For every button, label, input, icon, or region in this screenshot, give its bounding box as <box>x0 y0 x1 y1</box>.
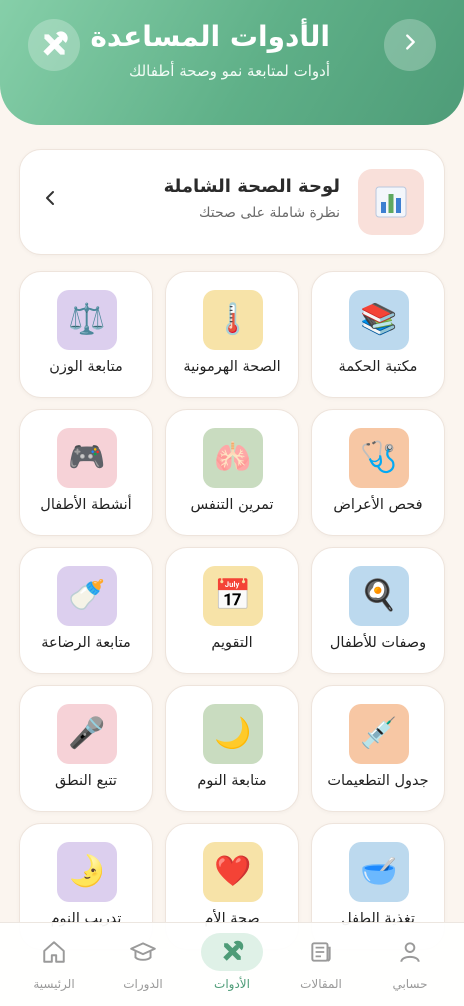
tool-icon: 🎮 <box>57 428 117 488</box>
nav-label: حسابي <box>392 977 428 991</box>
nav-label: الرئيسية <box>33 977 75 991</box>
nav-item[interactable]: المقالات <box>275 933 367 1003</box>
tool-tile[interactable]: 🌙 متابعة النوم <box>165 685 299 812</box>
tool-icon: 🌛 <box>57 842 117 902</box>
nav-label: المقالات <box>300 977 342 991</box>
tool-icon: 🌡️ <box>203 290 263 350</box>
nav-item[interactable]: الأدوات <box>186 933 278 1003</box>
tool-icon: 📅 <box>203 566 263 626</box>
tool-tile[interactable]: 🌡️ الصحة الهرمونية <box>165 271 299 398</box>
user-icon <box>364 933 456 971</box>
tool-icon: 🫁 <box>203 428 263 488</box>
tool-tile[interactable]: 💉 جدول التطعيمات <box>311 685 445 812</box>
tool-label: جدول التطعيمات <box>327 773 429 789</box>
nav-label: الأدوات <box>214 977 250 991</box>
dashboard-title: لوحة الصحة الشاملة <box>163 176 340 197</box>
tool-tile[interactable]: ⚖️ متابعة الوزن <box>19 271 153 398</box>
newspaper-icon <box>275 933 367 971</box>
tool-label: الصحة الهرمونية <box>183 359 281 375</box>
tool-tile[interactable]: 🫁 تمرين التنفس <box>165 409 299 536</box>
tool-tile[interactable]: 📚 مكتبة الحكمة <box>311 271 445 398</box>
tools-icon <box>28 19 80 71</box>
nav-item[interactable]: حسابي <box>364 933 456 1003</box>
tool-icon: 🥣 <box>349 842 409 902</box>
tool-tile[interactable]: 📅 التقويم <box>165 547 299 674</box>
tool-label: أنشطة الأطفال <box>40 497 132 513</box>
nav-item[interactable]: الرئيسية <box>8 933 100 1003</box>
tool-label: متابعة الرضاعة <box>41 635 131 651</box>
tool-label: التقويم <box>211 635 253 651</box>
app-header: الأدوات المساعدة أدوات لمتابعة نمو وصحة … <box>0 0 464 125</box>
graduation-cap-icon <box>97 933 189 971</box>
tool-icon: ⚖️ <box>57 290 117 350</box>
tool-tile[interactable]: 🎤 تتبع النطق <box>19 685 153 812</box>
tool-label: تمرين التنفس <box>190 497 274 513</box>
tool-label: متابعة النوم <box>197 773 267 789</box>
health-dashboard-card[interactable]: لوحة الصحة الشاملة نظرة شاملة على صحتك <box>19 149 445 255</box>
tool-label: مكتبة الحكمة <box>338 359 418 375</box>
back-button[interactable] <box>384 19 436 71</box>
tool-icon: 🌙 <box>203 704 263 764</box>
tool-icon: 🩺 <box>349 428 409 488</box>
page-subtitle: أدوات لمتابعة نمو وصحة أطفالك <box>128 62 330 80</box>
tools-icon <box>201 933 263 971</box>
tool-label: فحص الأعراض <box>333 497 423 513</box>
bottom-navigation: حسابي المقالات الأدوات الدورات الرئيسية <box>0 922 464 1006</box>
tool-label: وصفات للأطفال <box>329 635 427 651</box>
bar-chart-icon <box>358 169 424 235</box>
tool-icon: 📚 <box>349 290 409 350</box>
tool-label: متابعة الوزن <box>49 359 123 375</box>
tool-icon: 🎤 <box>57 704 117 764</box>
nav-item[interactable]: الدورات <box>97 933 189 1003</box>
tool-tile[interactable]: 🎮 أنشطة الأطفال <box>19 409 153 536</box>
dashboard-subtitle: نظرة شاملة على صحتك <box>198 205 340 221</box>
chevron-right-icon <box>399 30 421 60</box>
tool-tile[interactable]: 🍳 وصفات للأطفال <box>311 547 445 674</box>
page-title: الأدوات المساعدة <box>90 20 330 53</box>
chevron-left-icon <box>42 188 58 213</box>
tool-icon: ❤️ <box>203 842 263 902</box>
home-icon <box>8 933 100 971</box>
tool-icon: 💉 <box>349 704 409 764</box>
tool-icon: 🍼 <box>57 566 117 626</box>
tool-tile[interactable]: 🩺 فحص الأعراض <box>311 409 445 536</box>
tool-icon: 🍳 <box>349 566 409 626</box>
nav-label: الدورات <box>123 977 163 991</box>
tool-tile[interactable]: 🍼 متابعة الرضاعة <box>19 547 153 674</box>
tool-label: تتبع النطق <box>55 773 117 789</box>
